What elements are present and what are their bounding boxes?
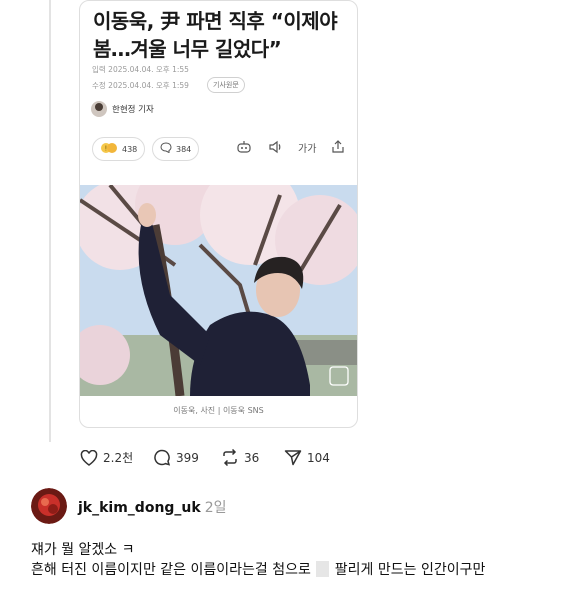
reaction-count: 438 [122, 144, 138, 154]
like-count: 2.2천 [103, 451, 134, 465]
comment-line-2: 흔해 터진 이름이지만 같은 이름이라는걸 첨으로 팔리게 만드는 인간이구만 [31, 559, 485, 579]
headline-line-2: 봄…겨울 너무 길었다” [93, 37, 282, 61]
share-icon[interactable] [330, 140, 346, 157]
reply-count: 399 [176, 450, 199, 465]
comment-button[interactable]: 384 [152, 137, 200, 161]
reporter-name: 한현정 기자 [112, 105, 154, 115]
reaction-emoji-icon: ! [100, 142, 118, 157]
headline-line-1: 이동욱, 尹 파면 직후 “이제야 [93, 9, 338, 33]
share-count: 104 [307, 450, 330, 465]
reporter[interactable]: 한현정 기자 [91, 100, 154, 118]
redacted-block [316, 561, 330, 577]
repost-button[interactable]: 36 [221, 449, 259, 466]
send-icon [284, 450, 302, 466]
reporter-avatar [91, 101, 107, 117]
thread-line [49, 0, 51, 442]
comment-line-1: 쟤가 뭘 알겠소 ㅋ [31, 542, 135, 558]
news-card[interactable]: 이동욱, 尹 파면 직후 “이제야 봄…겨울 너무 길었다” 입력 2025.0… [79, 0, 358, 428]
article-photo[interactable] [80, 185, 357, 396]
published-date: 입력 2025.04.04. 오후 1:55 [92, 65, 189, 74]
photo-caption: 이동욱, 사진 | 이동욱 SNS [173, 406, 264, 415]
reply-bubble-icon [154, 449, 171, 466]
font-size-icon[interactable]: 가가 [298, 140, 316, 155]
reply-button[interactable]: 399 [153, 449, 199, 466]
like-button[interactable]: 2.2천 [80, 449, 133, 466]
share-button[interactable]: 104 [284, 449, 330, 466]
speech-bubble-icon [160, 142, 172, 156]
original-article-button[interactable]: 기사원문 [207, 77, 245, 93]
commenter-username[interactable]: jk_kim_dong_uk 2일 [78, 497, 227, 517]
comment-count: 384 [176, 144, 192, 154]
svg-text:!: ! [105, 144, 108, 152]
repost-icon [223, 449, 237, 466]
username-text: jk_kim_dong_uk [78, 500, 201, 516]
comment-time: 2일 [204, 500, 227, 516]
reaction-button[interactable]: ! 438 [92, 137, 146, 161]
speaker-icon[interactable] [268, 140, 284, 157]
comment-line-2-end: 팔리게 만드는 인간이구만 [334, 562, 486, 578]
repost-count: 36 [244, 450, 260, 465]
comment-line-2-start: 흔해 터진 이름이지만 같은 이름이라는걸 첨으로 [31, 562, 311, 578]
summary-bot-icon[interactable] [236, 140, 252, 157]
article-headline[interactable]: 이동욱, 尹 파면 직후 “이제야 봄…겨울 너무 길었다” [93, 7, 348, 63]
modified-date: 수정 2025.04.04. 오후 1:59 [92, 81, 189, 90]
commenter-avatar[interactable] [31, 488, 67, 524]
heart-icon [80, 449, 98, 466]
